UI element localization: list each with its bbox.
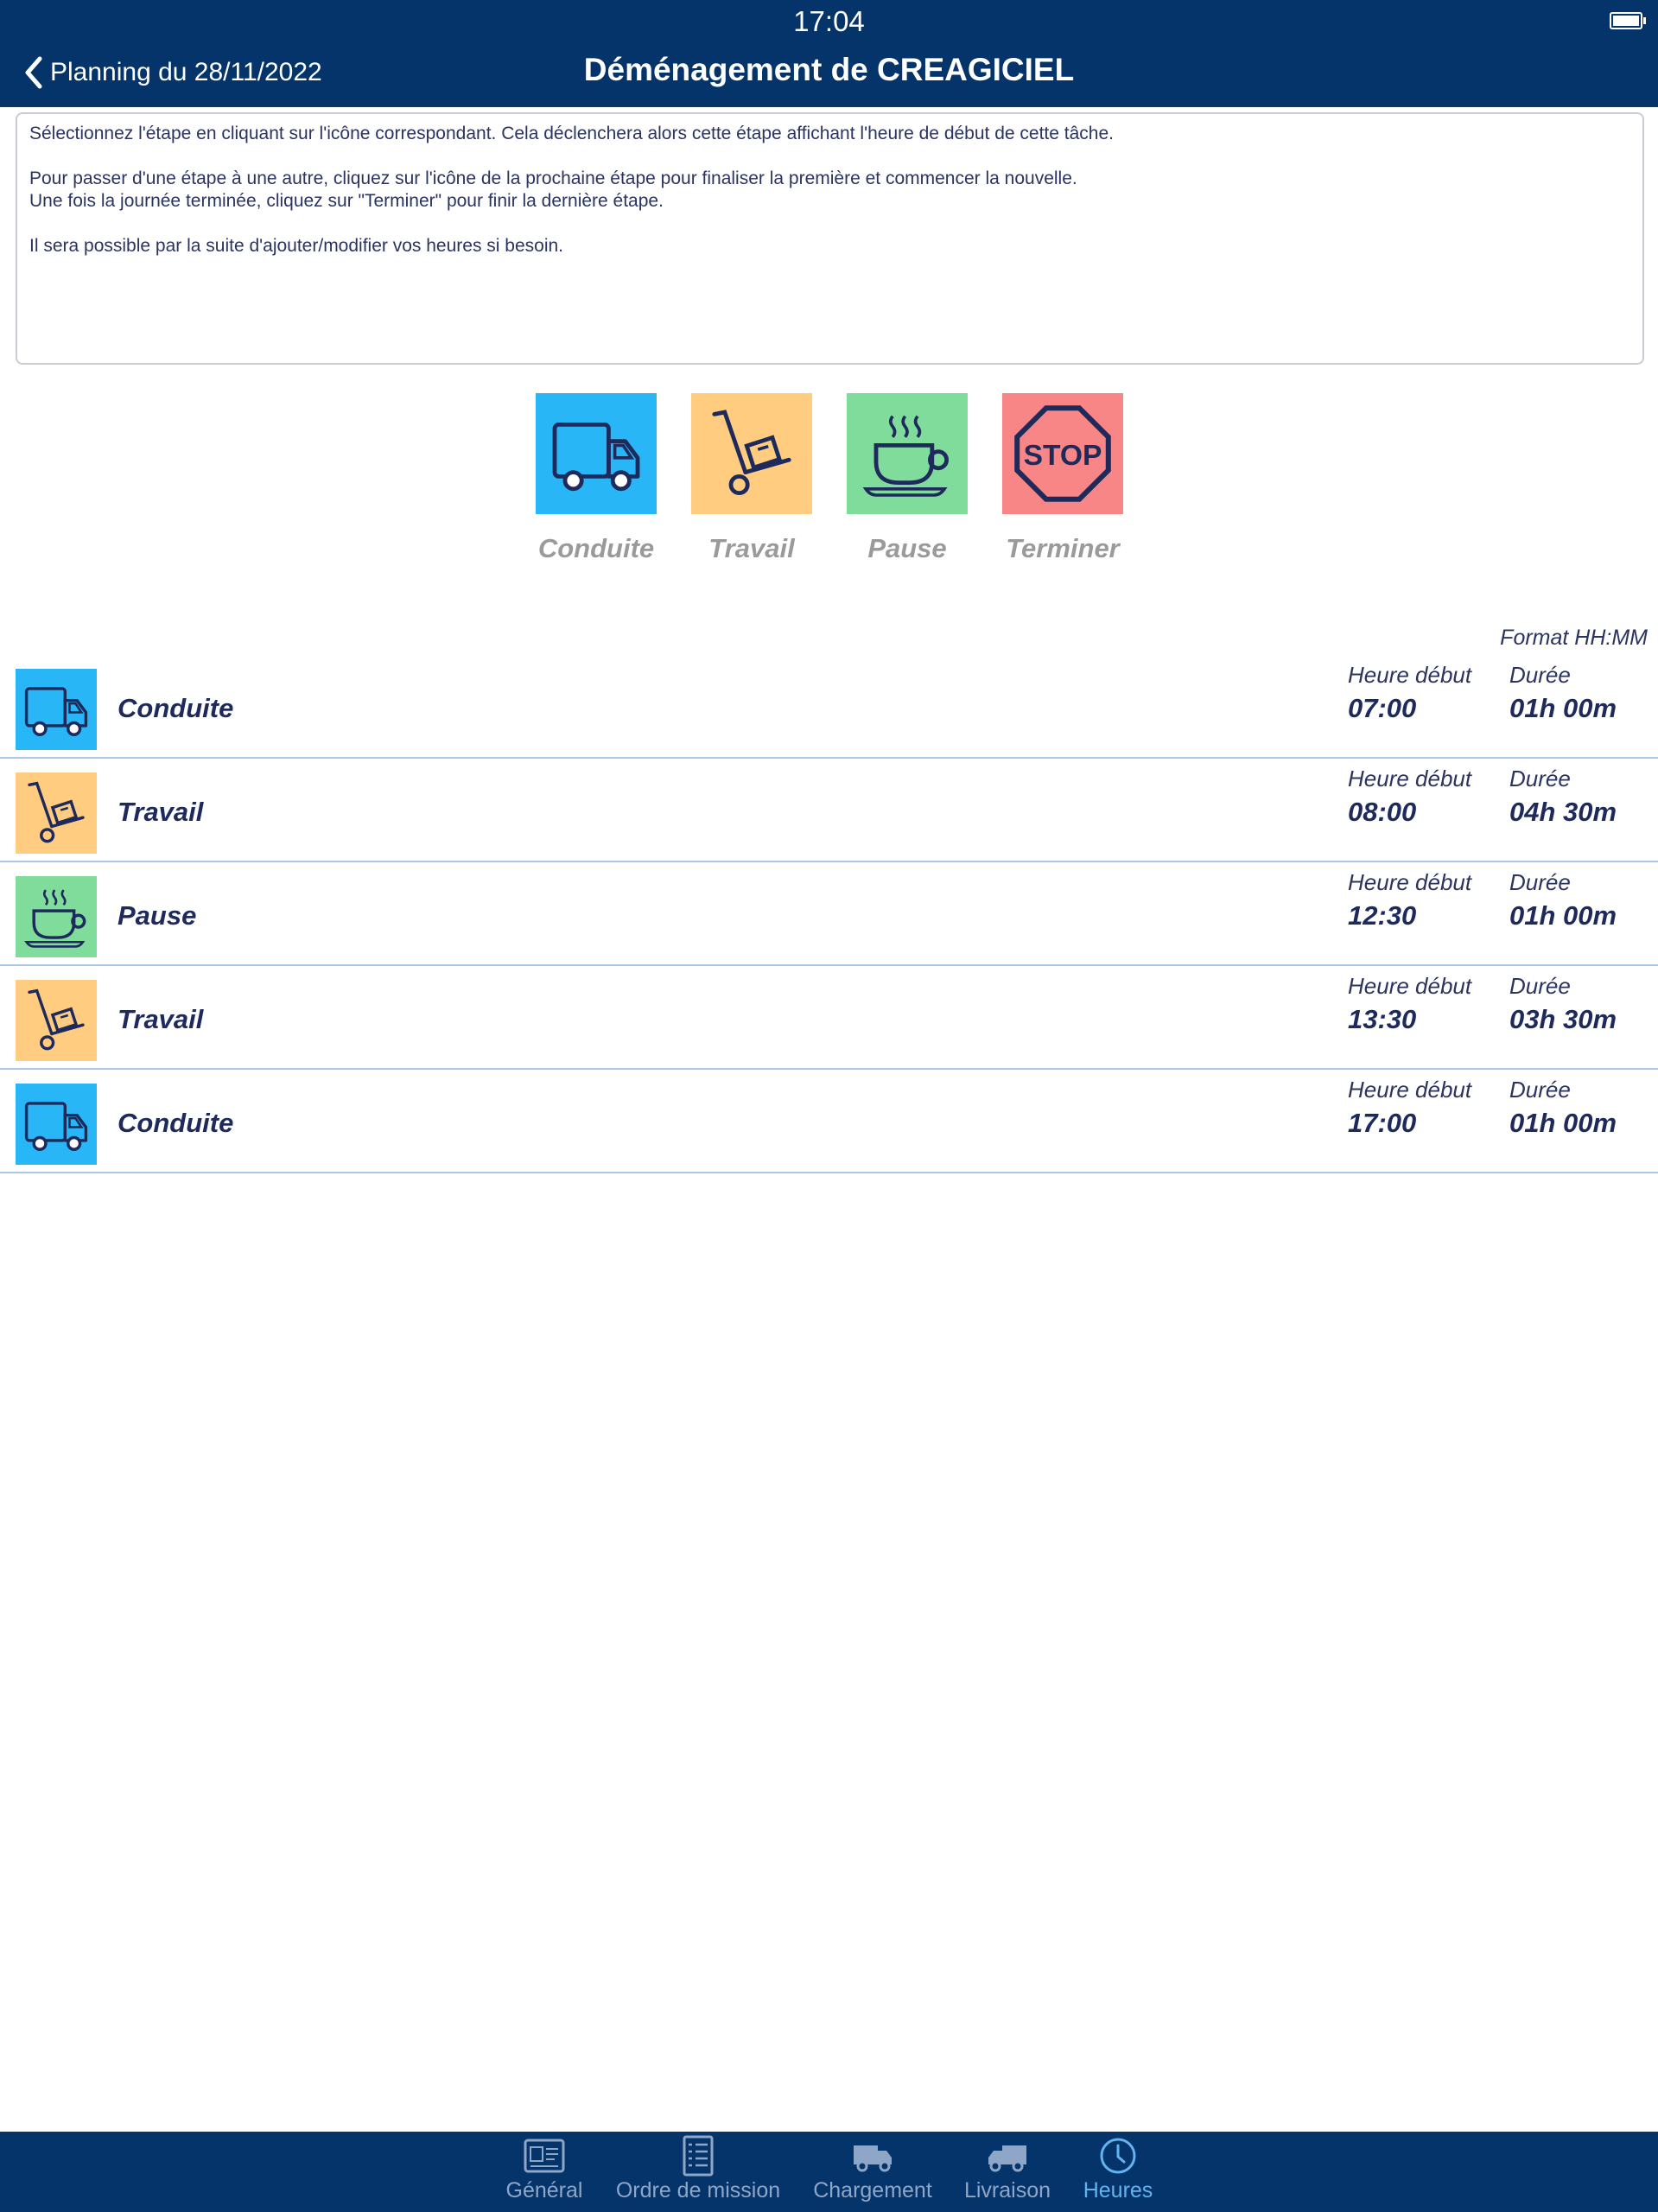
- duration-header: Durée: [1509, 766, 1571, 791]
- tab-ordre-de-mission[interactable]: Ordre de mission: [612, 2132, 785, 2212]
- entry-start: 17:00: [1348, 1108, 1417, 1138]
- action-travail-button[interactable]: Travail: [683, 393, 821, 564]
- stop-sign-icon: [1002, 393, 1123, 514]
- format-label: Format HH:MM: [1500, 626, 1648, 650]
- tab-label: Livraison: [963, 2178, 1051, 2202]
- instructions-box: Sélectionnez l'étape en cliquant sur l'i…: [16, 112, 1644, 365]
- instruction-line: Sélectionnez l'étape en cliquant sur l'i…: [29, 124, 1114, 143]
- step-actions: Conduite Travail Pause Terminer: [0, 393, 1658, 583]
- duration-header: Durée: [1509, 662, 1571, 688]
- hand-truck-icon: [16, 772, 97, 854]
- delivery-truck-icon: [988, 2145, 1026, 2172]
- list-item[interactable]: Travail Heure début Durée 08:00 04h 30m: [0, 759, 1658, 862]
- time-entries-list: Conduite Heure début Durée 07:00 01h 00m…: [0, 655, 1658, 1173]
- coffee-cup-icon: [847, 393, 968, 514]
- entry-duration: 03h 30m: [1509, 1004, 1617, 1034]
- hand-truck-icon: [691, 393, 812, 514]
- entry-start: 12:30: [1348, 900, 1417, 931]
- tab-bar: Général Ordre de mission Chargement Livr…: [0, 2132, 1658, 2212]
- entry-start: 13:30: [1348, 1004, 1417, 1034]
- entry-name: Travail: [118, 797, 204, 827]
- tab-chargement[interactable]: Chargement: [804, 2132, 942, 2212]
- instruction-line: Pour passer d'une étape à une autre, cli…: [29, 168, 1077, 188]
- tab-heures[interactable]: Heures: [1066, 2132, 1170, 2212]
- start-header: Heure début: [1348, 1077, 1472, 1103]
- list-item[interactable]: Pause Heure début Durée 12:30 01h 00m: [0, 862, 1658, 966]
- tab-label: Chargement: [813, 2178, 932, 2202]
- list-item[interactable]: Conduite Heure début Durée 07:00 01h 00m: [0, 655, 1658, 759]
- entry-duration: 01h 00m: [1509, 900, 1617, 931]
- entry-start: 08:00: [1348, 797, 1417, 827]
- entry-duration: 04h 30m: [1509, 797, 1617, 827]
- coffee-cup-icon: [16, 876, 97, 957]
- tab-label: Ordre de mission: [615, 2178, 781, 2202]
- tab-label: Général: [505, 2178, 583, 2202]
- action-label: Pause: [867, 533, 947, 563]
- status-time: 17:04: [793, 5, 865, 37]
- instruction-line: Une fois la journée terminée, cliquez su…: [29, 191, 664, 211]
- entry-duration: 01h 00m: [1509, 693, 1617, 723]
- entry-name: Conduite: [118, 1108, 234, 1138]
- action-label: Conduite: [537, 533, 655, 563]
- entry-name: Travail: [118, 1004, 204, 1034]
- start-header: Heure début: [1348, 662, 1472, 688]
- duration-header: Durée: [1509, 1077, 1571, 1103]
- truck-icon: [16, 669, 97, 750]
- entry-name: Conduite: [118, 693, 234, 723]
- id-card-icon: [524, 2139, 565, 2173]
- instruction-line: Il sera possible par la suite d'ajouter/…: [29, 236, 563, 256]
- truck-icon: [854, 2145, 892, 2172]
- top-bar: 17:04 Planning du 28/11/2022 Déménagemen…: [0, 0, 1658, 107]
- truck-icon: [16, 1084, 97, 1165]
- action-conduite-button[interactable]: Conduite: [527, 393, 665, 564]
- hand-truck-icon: [16, 980, 97, 1061]
- action-label: Terminer: [1006, 533, 1120, 563]
- duration-header: Durée: [1509, 973, 1571, 999]
- entry-duration: 01h 00m: [1509, 1108, 1617, 1138]
- checklist-icon: [683, 2135, 714, 2177]
- action-pause-button[interactable]: Pause: [838, 393, 976, 564]
- list-item[interactable]: Travail Heure début Durée 13:30 03h 30m: [0, 966, 1658, 1070]
- battery-icon: [1610, 12, 1646, 29]
- start-header: Heure début: [1348, 766, 1472, 791]
- entry-name: Pause: [118, 900, 197, 931]
- action-label: Travail: [708, 533, 795, 563]
- tab-general[interactable]: Général: [492, 2132, 596, 2212]
- start-header: Heure début: [1348, 869, 1472, 895]
- entry-start: 07:00: [1348, 693, 1417, 723]
- page-title: Déménagement de CREAGICIEL: [583, 52, 1075, 87]
- truck-icon: [536, 393, 657, 514]
- tab-label: Heures: [1083, 2178, 1153, 2202]
- duration-header: Durée: [1509, 869, 1571, 895]
- clock-icon: [1100, 2138, 1136, 2174]
- list-item[interactable]: Conduite Heure début Durée 17:00 01h 00m: [0, 1070, 1658, 1173]
- start-header: Heure début: [1348, 973, 1472, 999]
- action-terminer-button[interactable]: Terminer: [994, 393, 1132, 564]
- tab-livraison[interactable]: Livraison: [956, 2132, 1059, 2212]
